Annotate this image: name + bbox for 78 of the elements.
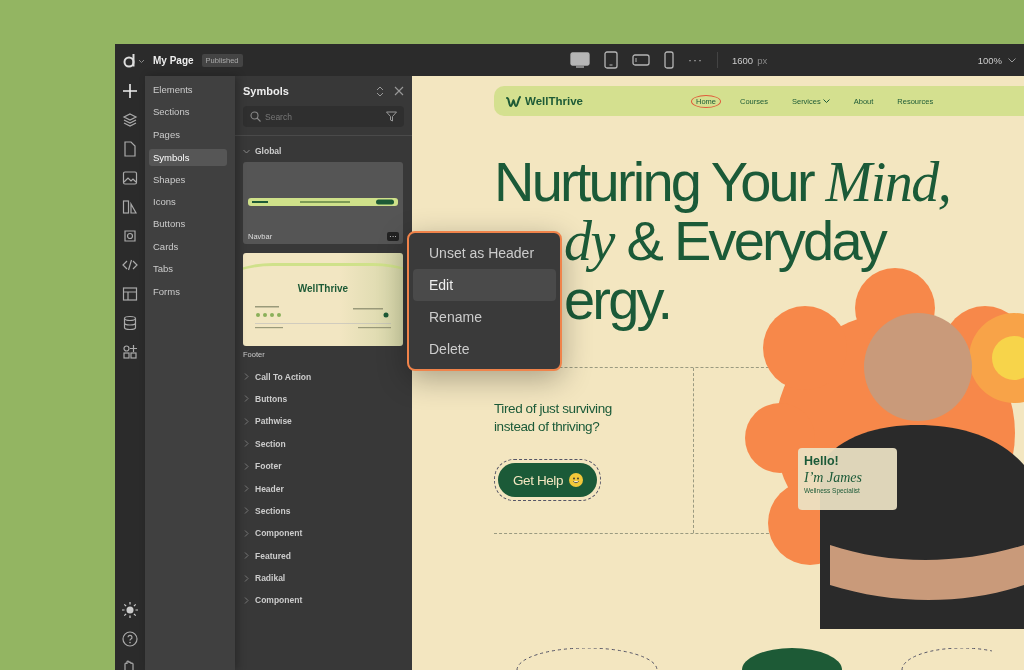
chevron-icon xyxy=(243,529,250,537)
chevron-icon xyxy=(243,440,250,448)
menu-item[interactable]: Delete xyxy=(413,333,556,365)
category-item[interactable]: Forms xyxy=(149,280,227,303)
brand-logo-icon xyxy=(506,95,521,107)
brand-name: WellThrive xyxy=(297,283,349,295)
group-header[interactable]: Component xyxy=(243,589,404,612)
group-header[interactable]: Call To Action xyxy=(243,365,404,388)
group-header[interactable]: Sections xyxy=(243,499,404,523)
group-header[interactable]: Footer xyxy=(243,454,404,478)
category-item[interactable]: Sections xyxy=(149,101,227,124)
sort-icon[interactable] xyxy=(376,85,384,97)
width-unit: px xyxy=(757,54,768,66)
smiley-icon xyxy=(569,473,584,487)
search-field[interactable]: Search xyxy=(243,106,404,127)
group-header[interactable]: Buttons xyxy=(243,387,404,411)
category-item[interactable]: Shapes xyxy=(149,168,227,191)
tagline: Tired of just surviving instead of thriving? xyxy=(494,400,613,436)
database-icon[interactable] xyxy=(123,315,137,331)
footer-thumbnail[interactable]: WellThrive xyxy=(243,253,403,347)
group-header[interactable]: Header xyxy=(243,477,404,500)
width-value: 1600 xyxy=(732,54,754,66)
more-button[interactable]: ··· xyxy=(387,232,399,242)
logo-icon[interactable] xyxy=(123,52,145,68)
chevron-icon xyxy=(243,417,250,425)
media-icon[interactable] xyxy=(122,228,138,244)
group-header[interactable]: Global xyxy=(243,140,404,163)
category-item[interactable]: Cards xyxy=(149,235,227,259)
get-help-button[interactable]: Get Help xyxy=(498,463,598,497)
category-item[interactable]: Pages xyxy=(149,123,227,147)
image-icon[interactable] xyxy=(122,170,138,186)
chevron-icon xyxy=(243,395,250,403)
code-icon[interactable] xyxy=(122,257,138,273)
person-name: I’m James xyxy=(804,470,863,486)
plus-icon[interactable] xyxy=(122,83,138,99)
layout-icon[interactable] xyxy=(122,286,138,302)
help-icon[interactable] xyxy=(122,631,138,647)
more-button[interactable]: ··· xyxy=(688,53,703,67)
group-header[interactable]: Radikal xyxy=(243,566,404,590)
page-title: My Page xyxy=(153,54,194,66)
group-header[interactable]: Featured xyxy=(243,544,404,567)
brand-name: WellThrive xyxy=(525,95,584,107)
chevron-icon xyxy=(243,574,250,582)
group-header[interactable]: Component xyxy=(243,522,404,545)
headline-line: Nurturing Your Mind, xyxy=(494,152,951,211)
apps-icon[interactable] xyxy=(122,344,138,360)
chevron-icon xyxy=(243,462,250,470)
tablet-landscape-icon[interactable] xyxy=(632,54,650,66)
close-icon[interactable] xyxy=(394,86,404,96)
chevron-icon xyxy=(243,507,250,515)
zoom-dropdown[interactable]: 100% xyxy=(977,54,1016,66)
category-item[interactable]: Icons xyxy=(149,190,227,214)
group-header[interactable]: Section xyxy=(243,432,404,455)
sun-icon[interactable] xyxy=(122,602,138,618)
category-item[interactable]: Symbols xyxy=(149,148,227,166)
menu-item[interactable]: Edit xyxy=(413,269,556,301)
category-item[interactable]: Tabs xyxy=(149,258,227,281)
chevron-icon xyxy=(243,485,250,493)
group-header[interactable]: Pathwise xyxy=(243,410,404,433)
mobile-icon[interactable] xyxy=(664,51,674,69)
chevron-icon xyxy=(243,597,250,604)
category-item[interactable]: Elements xyxy=(149,79,227,102)
layers-icon[interactable] xyxy=(122,112,138,128)
desktop-icon[interactable] xyxy=(570,52,590,68)
chevron-icon xyxy=(243,147,250,155)
page-icon[interactable] xyxy=(123,141,137,157)
library-icon[interactable] xyxy=(122,199,138,215)
chevron-icon xyxy=(243,373,250,381)
greeting: Hello! xyxy=(804,454,840,468)
menu-item[interactable]: Unset as Header xyxy=(413,237,556,269)
filter-icon[interactable] xyxy=(386,111,397,122)
search-icon xyxy=(250,111,261,122)
tablet-icon[interactable] xyxy=(604,51,618,69)
chevron-down-icon xyxy=(1008,57,1016,63)
category-item[interactable]: Buttons xyxy=(149,213,227,236)
panel-title: Symbols xyxy=(243,85,290,97)
chevron-icon xyxy=(243,552,250,560)
menu-item[interactable]: Rename xyxy=(413,301,556,333)
